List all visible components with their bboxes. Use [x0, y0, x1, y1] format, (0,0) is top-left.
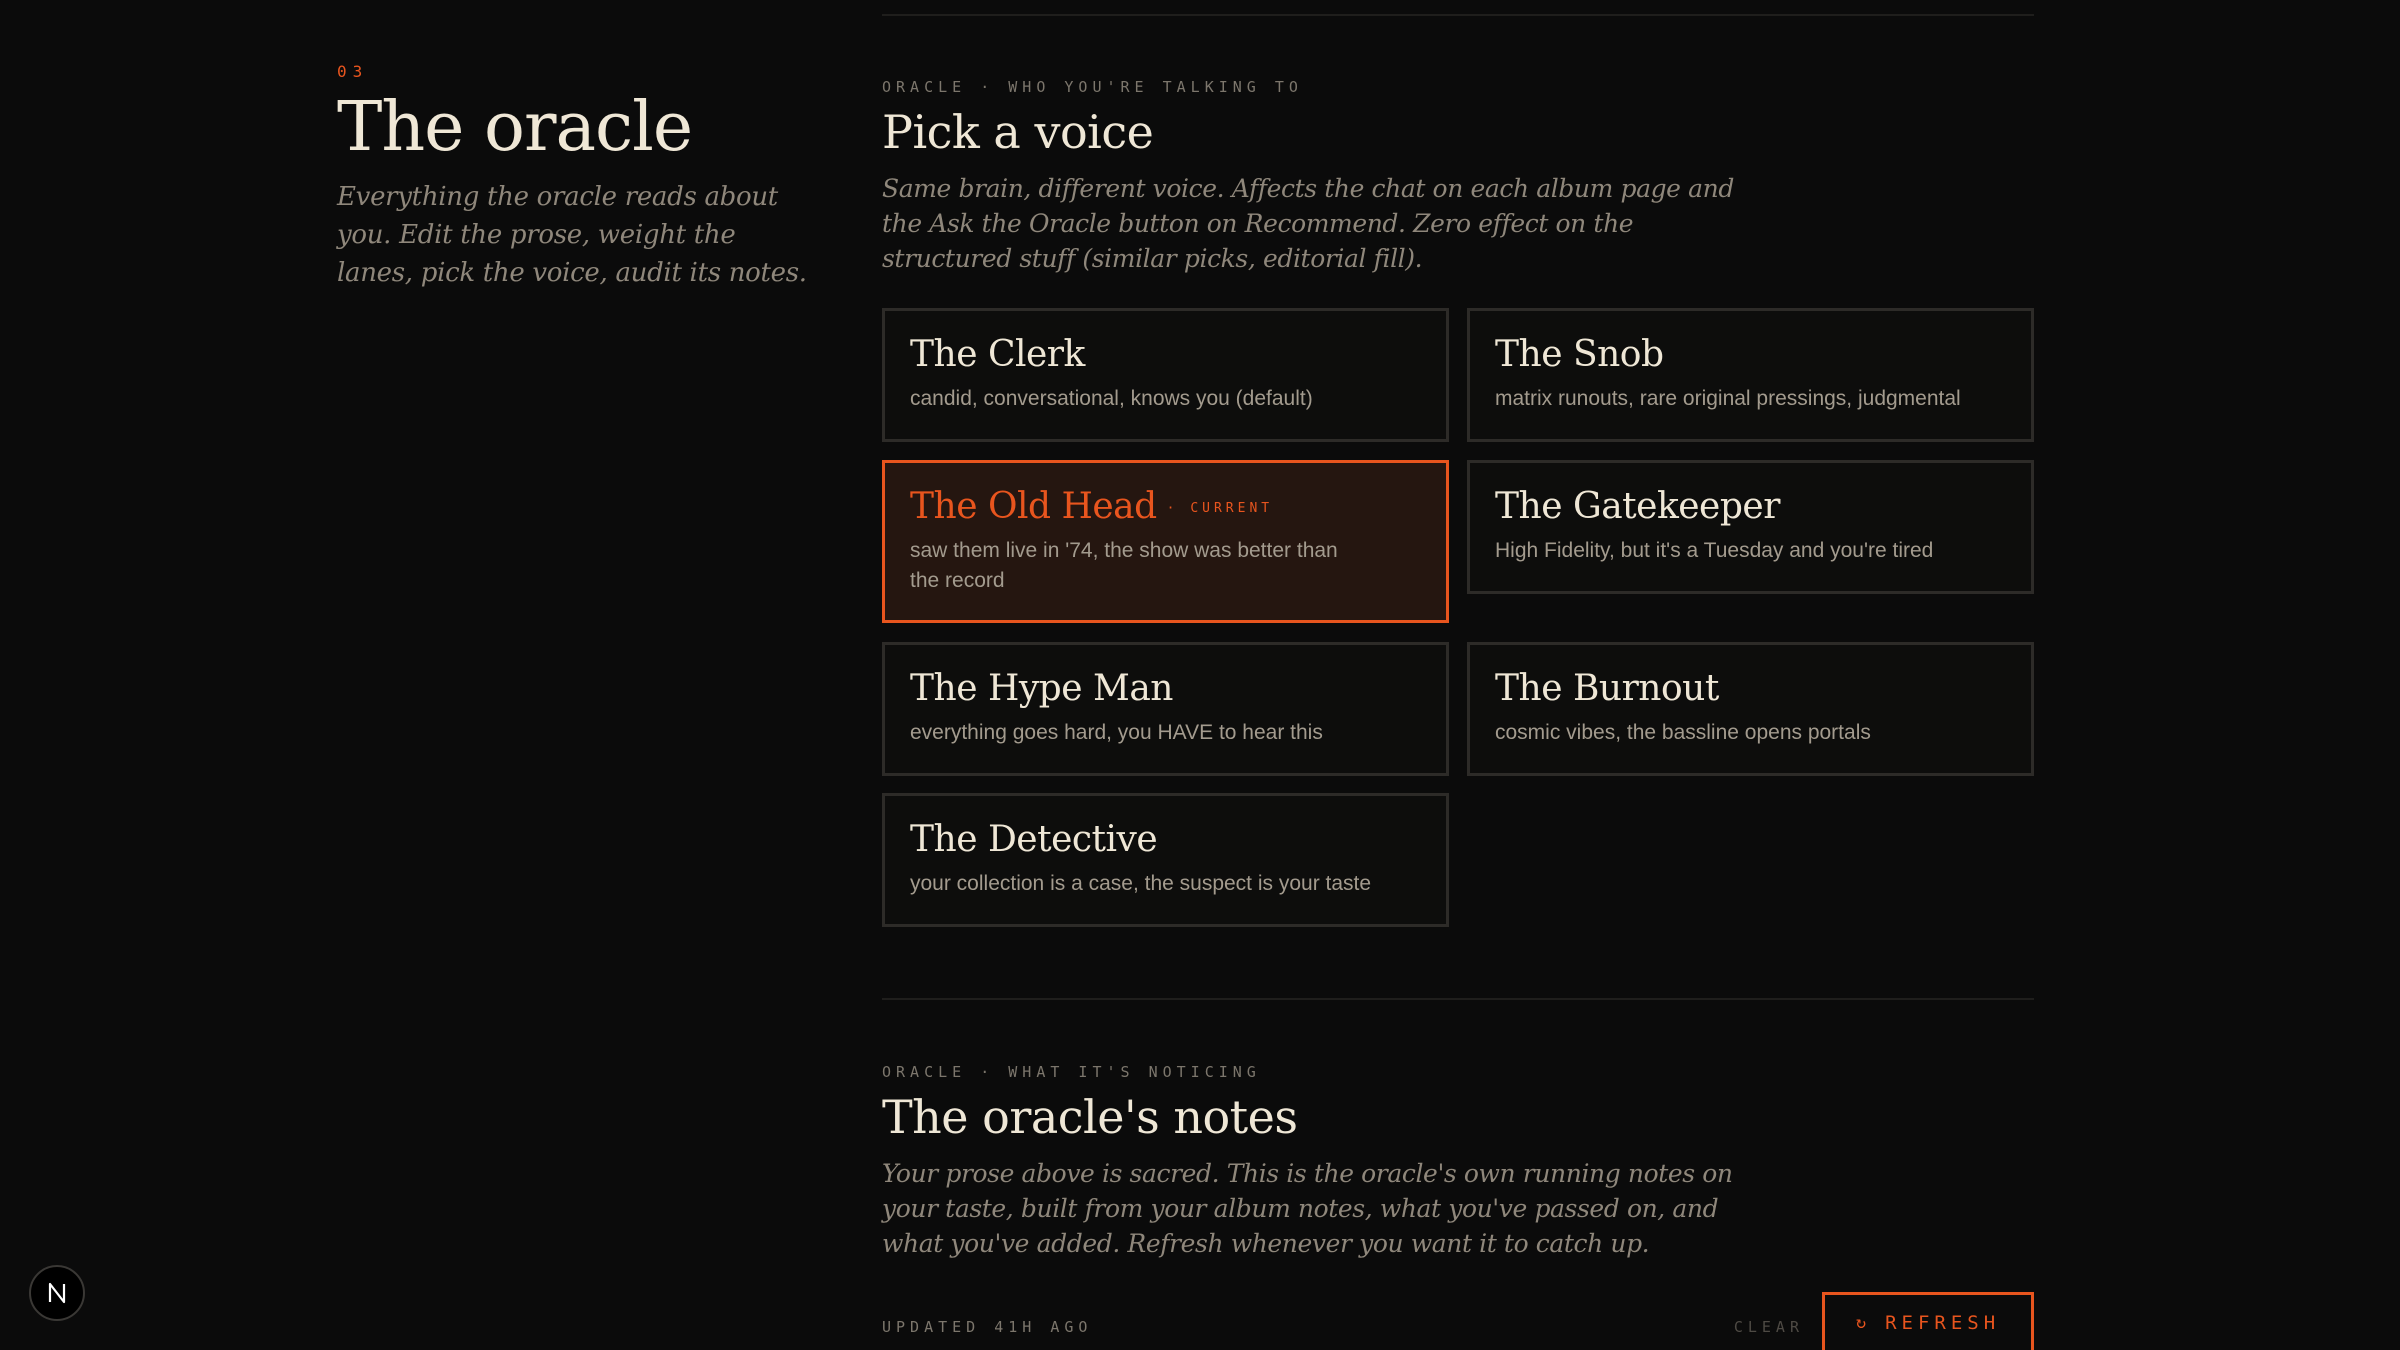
voice-card-name: The Clerk	[910, 334, 1085, 375]
voice-card-desc: High Fidelity, but it's a Tuesday and yo…	[1495, 539, 1934, 563]
notes-actions: UPDATED 41H AGO CLEAR ↻ REFRESH	[882, 1292, 2034, 1350]
notes-eyebrow: ORACLE · WHAT IT'S NOTICING	[882, 1063, 1261, 1081]
voice-card-burnout[interactable]: The Burnout cosmic vibes, the bassline o…	[1467, 642, 2034, 776]
voice-section: ORACLE · WHO YOU'RE TALKING TO Pick a vo…	[882, 78, 2034, 276]
page-subtitle: Everything the oracle reads about you. E…	[337, 181, 807, 288]
voice-card-name: The Hype Man	[910, 668, 1173, 709]
voice-card-name: The Snob	[1495, 334, 1664, 375]
voice-card-snob[interactable]: The Snob matrix runouts, rare original p…	[1467, 308, 2034, 442]
notes-title: The oracle's notes	[882, 1090, 1298, 1144]
voice-card-name: The Burnout	[1495, 668, 1719, 709]
voice-card-name: The Old Head	[910, 486, 1157, 527]
voice-card-clerk[interactable]: The Clerk candid, conversational, knows …	[882, 308, 1449, 442]
refresh-icon: ↻	[1855, 1313, 1872, 1333]
voice-card-old-head[interactable]: The Old Head · CURRENT saw them live in '…	[882, 460, 1449, 623]
n-logo-badge[interactable]	[29, 1265, 85, 1321]
voice-card-detective[interactable]: The Detective your collection is a case,…	[882, 793, 1449, 927]
notes-description: Your prose above is sacred. This is the …	[882, 1158, 1733, 1258]
voice-card-desc: everything goes hard, you HAVE to hear t…	[910, 721, 1323, 745]
current-badge: · CURRENT	[1166, 501, 1274, 517]
refresh-button[interactable]: ↻ REFRESH	[1822, 1292, 2034, 1350]
page-title: The oracle	[337, 88, 693, 167]
section-number: 03	[337, 62, 369, 81]
voice-card-desc: cosmic vibes, the bassline opens portals	[1495, 721, 1871, 745]
updated-timestamp: UPDATED 41H AGO	[882, 1318, 1093, 1336]
voice-card-desc: matrix runouts, rare original pressings,…	[1495, 387, 1961, 411]
voice-card-gatekeeper[interactable]: The Gatekeeper High Fidelity, but it's a…	[1467, 460, 2034, 594]
n-logo-icon	[48, 1282, 66, 1304]
voice-title: Pick a voice	[882, 105, 1154, 159]
voice-card-hype-man[interactable]: The Hype Man everything goes hard, you H…	[882, 642, 1449, 776]
voice-card-name-row: The Old Head · CURRENT	[910, 485, 1421, 528]
clear-button[interactable]: CLEAR	[1734, 1318, 1804, 1336]
voice-card-desc: candid, conversational, knows you (defau…	[910, 387, 1313, 411]
divider-top	[882, 14, 2034, 16]
notes-section: ORACLE · WHAT IT'S NOTICING The oracle's…	[882, 1063, 2034, 1261]
refresh-label: REFRESH	[1885, 1312, 2001, 1334]
divider-middle	[882, 998, 2034, 1000]
voice-eyebrow: ORACLE · WHO YOU'RE TALKING TO	[882, 78, 1303, 96]
voice-card-name: The Detective	[910, 819, 1158, 860]
voice-description: Same brain, different voice. Affects the…	[882, 173, 1734, 273]
voice-card-name: The Gatekeeper	[1495, 486, 1780, 527]
section-header: 03 The oracle Everything the oracle read…	[337, 62, 807, 292]
voice-card-desc: your collection is a case, the suspect i…	[910, 872, 1372, 896]
voice-card-desc: saw them live in '74, the show was bette…	[910, 539, 1338, 593]
